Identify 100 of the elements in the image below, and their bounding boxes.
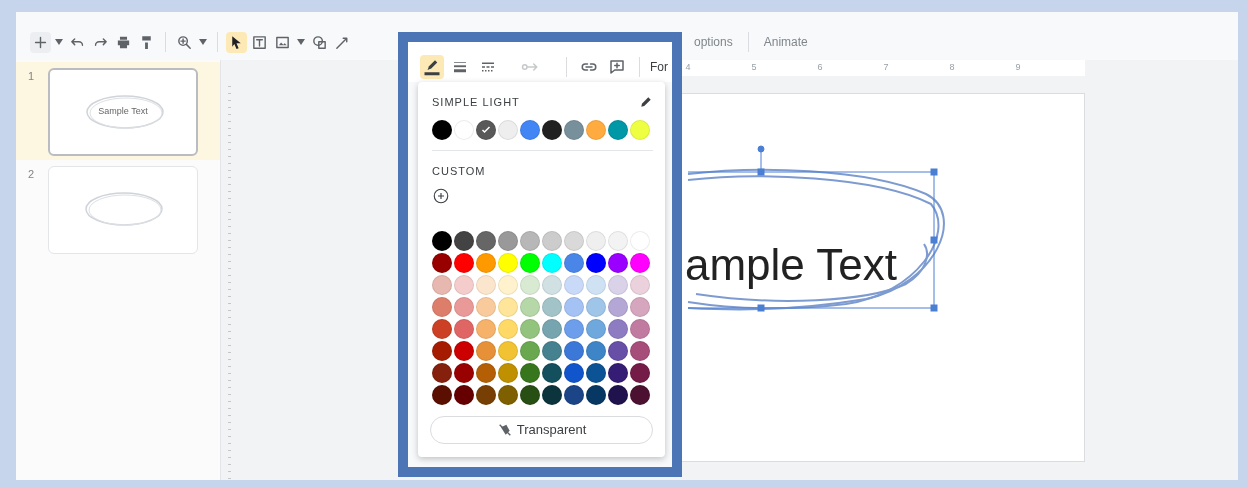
color-swatch[interactable] [542,363,562,384]
color-swatch[interactable] [542,319,562,340]
color-swatch[interactable] [520,363,540,384]
color-swatch[interactable] [476,341,496,362]
color-swatch[interactable] [454,363,474,384]
color-swatch[interactable] [542,253,562,274]
color-swatch[interactable] [564,341,584,362]
color-swatch[interactable] [498,275,518,296]
color-swatch[interactable] [608,385,628,406]
color-swatch[interactable] [432,319,452,340]
color-swatch[interactable] [432,120,452,140]
color-swatch[interactable] [498,385,518,406]
color-swatch[interactable] [498,253,518,274]
color-swatch[interactable] [630,363,650,384]
toolbar-menu-item[interactable]: options [688,33,739,51]
color-swatch[interactable] [542,385,562,406]
color-swatch[interactable] [520,275,540,296]
color-swatch[interactable] [586,363,606,384]
color-swatch[interactable] [476,319,496,340]
color-swatch[interactable] [608,231,628,252]
dropdown-button[interactable] [197,37,209,47]
color-swatch[interactable] [432,363,452,384]
color-swatch[interactable] [586,385,606,406]
color-swatch[interactable] [564,275,584,296]
color-swatch[interactable] [542,231,562,252]
color-swatch[interactable] [564,385,584,406]
color-swatch[interactable] [454,319,474,340]
color-swatch[interactable] [564,231,584,252]
color-swatch[interactable] [586,231,606,252]
color-swatch[interactable] [454,341,474,362]
color-swatch[interactable] [586,297,606,318]
color-swatch[interactable] [608,319,628,340]
color-swatch[interactable] [454,297,474,318]
color-swatch[interactable] [630,385,650,406]
color-swatch[interactable] [608,341,628,362]
color-swatch[interactable] [520,120,540,140]
color-swatch[interactable] [542,120,562,140]
color-swatch[interactable] [498,341,518,362]
color-swatch[interactable] [432,275,452,296]
color-swatch[interactable] [454,231,474,252]
color-swatch[interactable] [476,231,496,252]
color-swatch[interactable] [476,297,496,318]
toolbar-menu-item[interactable]: Animate [757,33,814,51]
color-swatch[interactable] [630,120,650,140]
edit-theme-button[interactable] [639,95,653,109]
dropdown-button[interactable] [53,37,65,47]
color-swatch[interactable] [586,275,606,296]
color-swatch[interactable] [586,120,606,140]
color-swatch[interactable] [476,385,496,406]
color-swatch[interactable] [520,231,540,252]
color-swatch[interactable] [608,363,628,384]
color-swatch[interactable] [630,341,650,362]
pencil-button[interactable] [420,55,444,79]
color-swatch[interactable] [520,341,540,362]
color-swatch[interactable] [630,319,650,340]
slide-thumbnail[interactable] [48,166,198,254]
color-swatch[interactable] [432,341,452,362]
color-swatch[interactable] [432,385,452,406]
color-swatch[interactable] [498,363,518,384]
transparent-button[interactable]: Transparent [430,416,653,445]
color-swatch[interactable] [476,120,496,140]
new-slide-button[interactable] [30,31,51,53]
color-swatch[interactable] [520,385,540,406]
color-swatch[interactable] [476,275,496,296]
color-swatch[interactable] [520,319,540,340]
color-swatch[interactable] [608,275,628,296]
color-swatch[interactable] [476,363,496,384]
color-swatch[interactable] [630,297,650,318]
color-swatch[interactable] [498,231,518,252]
color-swatch[interactable] [432,253,452,274]
pointer-button[interactable] [226,31,247,53]
toolbar-label[interactable]: For [650,58,668,76]
color-swatch[interactable] [454,275,474,296]
color-swatch[interactable] [608,297,628,318]
color-swatch[interactable] [476,253,496,274]
color-swatch[interactable] [542,297,562,318]
slide-thumbnail[interactable]: Sample Text [48,68,198,156]
color-swatch[interactable] [432,297,452,318]
color-swatch[interactable] [586,341,606,362]
color-swatch[interactable] [520,297,540,318]
color-swatch[interactable] [564,120,584,140]
color-swatch[interactable] [564,319,584,340]
color-swatch[interactable] [564,363,584,384]
color-swatch[interactable] [542,275,562,296]
color-swatch[interactable] [630,275,650,296]
color-swatch[interactable] [630,231,650,252]
color-swatch[interactable] [454,253,474,274]
color-swatch[interactable] [630,253,650,274]
color-swatch[interactable] [542,341,562,362]
color-swatch[interactable] [608,120,628,140]
dropdown-button[interactable] [295,37,307,47]
color-swatch[interactable] [608,253,628,274]
color-swatch[interactable] [432,231,452,252]
selected-slide-row[interactable]: 1 Sample Text [16,62,220,160]
color-swatch[interactable] [498,319,518,340]
add-custom-color-button[interactable] [432,187,450,205]
color-swatch[interactable] [498,120,518,140]
color-swatch[interactable] [586,319,606,340]
selection-handles-drawing[interactable] [687,145,938,312]
color-swatch[interactable] [564,297,584,318]
